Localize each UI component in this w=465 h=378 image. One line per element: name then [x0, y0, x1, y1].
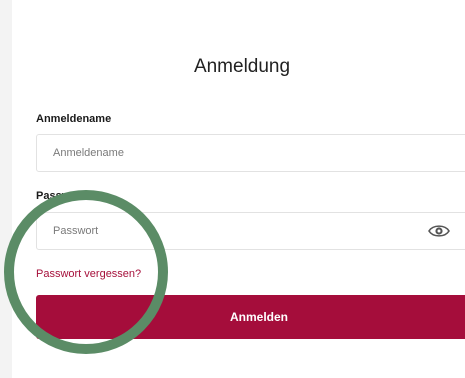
- login-card: Anmeldung Anmeldename Passwort Passwort …: [12, 0, 465, 378]
- password-label: Passwort: [36, 190, 85, 202]
- page-title: Anmeldung: [193, 56, 291, 77]
- username-label: Anmeldename: [36, 113, 112, 125]
- forgot-password-link[interactable]: Passwort vergessen?: [36, 268, 141, 280]
- eye-icon[interactable]: [428, 223, 450, 239]
- password-input[interactable]: [36, 212, 465, 250]
- username-input[interactable]: [36, 134, 465, 172]
- login-button[interactable]: Anmelden: [36, 295, 465, 339]
